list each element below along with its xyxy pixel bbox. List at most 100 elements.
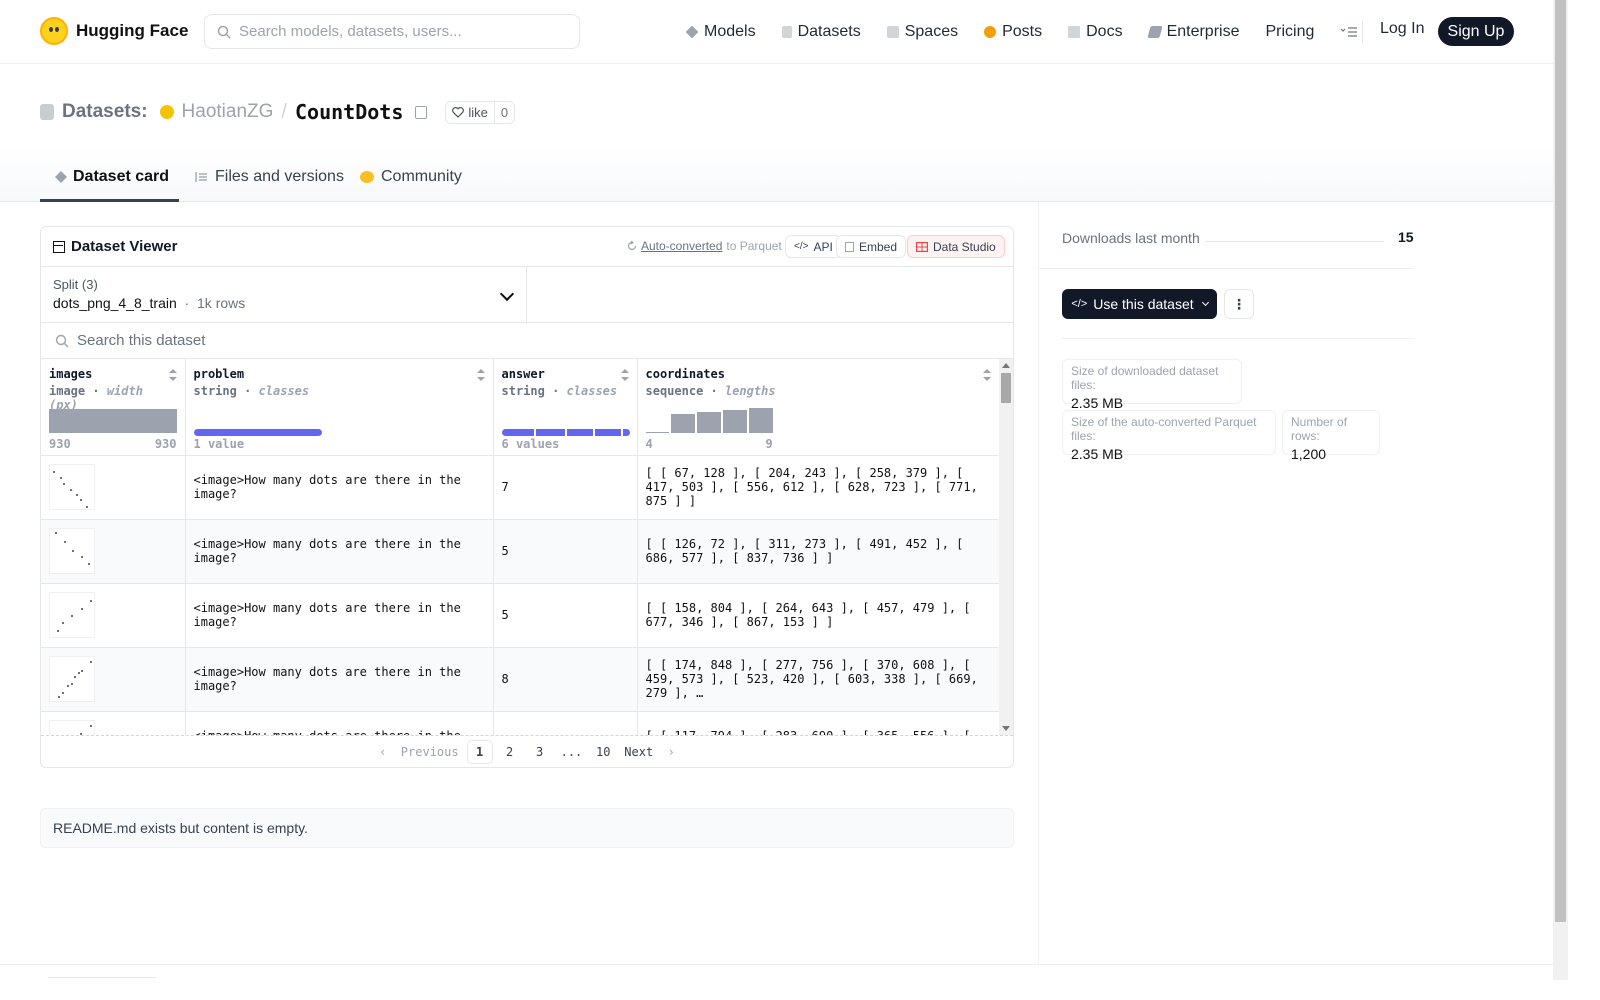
sort-icon[interactable] — [168, 369, 177, 381]
use-this-dataset-label: Use this dataset — [1093, 296, 1194, 312]
sort-icon[interactable] — [620, 369, 629, 381]
tab-dataset-card[interactable]: Dataset card — [54, 168, 169, 186]
page-button-1[interactable]: 1 — [466, 739, 493, 764]
sort-icon[interactable] — [982, 369, 991, 381]
class-bar[interactable] — [594, 429, 622, 436]
nav-enterprise[interactable]: Enterprise — [1146, 20, 1239, 44]
page-button-3[interactable]: 3 — [527, 740, 553, 764]
nav-datasets[interactable]: Datasets — [781, 20, 861, 44]
nav-more-menu[interactable] — [1340, 20, 1358, 44]
class-bar[interactable] — [623, 429, 630, 436]
table-row[interactable]: <image>How many dots are there in the im… — [41, 711, 999, 735]
data-studio-button[interactable]: Data Studio — [907, 235, 1005, 258]
column-type-sub: classes — [566, 384, 618, 398]
column-header-answer[interactable]: answer string · classes 6 values — [493, 359, 638, 456]
login-link[interactable]: Log In — [1380, 20, 1424, 38]
page-button-2[interactable]: 2 — [497, 740, 523, 764]
tab-community[interactable]: Community — [360, 168, 462, 186]
image-cell[interactable] — [41, 711, 186, 735]
page-scrollbar-thumb[interactable] — [1555, 0, 1566, 922]
problem-cell[interactable]: <image>How many dots are there in the im… — [185, 711, 494, 735]
sort-icon[interactable] — [476, 369, 485, 381]
next-page-button[interactable]: Next › — [620, 740, 679, 764]
page-scrollbar[interactable] — [1553, 0, 1568, 980]
repo-owner-link[interactable]: HaotianZG — [182, 101, 274, 123]
more-options-button[interactable]: ⋮ — [1224, 289, 1254, 319]
answer-cell[interactable] — [493, 711, 638, 735]
answer-cell[interactable]: 8 — [493, 647, 638, 712]
table-scrollbar[interactable] — [999, 359, 1013, 735]
class-bar[interactable] — [536, 429, 565, 436]
like-button[interactable]: like 0 — [445, 100, 516, 124]
problem-cell[interactable]: <image>How many dots are there in the im… — [185, 455, 494, 520]
use-this-dataset-button[interactable]: </> Use this dataset — [1062, 289, 1217, 319]
signup-button[interactable]: Sign Up — [1438, 17, 1514, 46]
table-row[interactable]: <image>How many dots are there in the im… — [41, 647, 999, 712]
auto-converted-note: Auto-converted to Parquet — [627, 239, 782, 253]
image-cell[interactable] — [41, 583, 186, 648]
dots-image-thumbnail[interactable] — [49, 720, 95, 735]
coordinates-cell[interactable]: [ [ 126, 72 ], [ 311, 273 ], [ 491, 452 … — [637, 519, 999, 584]
problem-cell[interactable]: <image>How many dots are there in the im… — [185, 647, 494, 712]
column-header-problem[interactable]: problem string · classes 1 value — [185, 359, 494, 456]
column-header-images[interactable]: images image · width (px) 930 930 — [41, 359, 186, 456]
api-button[interactable]: </> API — [785, 235, 842, 258]
image-cell[interactable] — [41, 647, 186, 712]
nav-docs[interactable]: Docs — [1068, 20, 1123, 44]
page-button-10[interactable]: 10 — [590, 740, 616, 764]
answer-cell[interactable]: 5 — [493, 519, 638, 584]
repo-name-link[interactable]: CountDots — [295, 100, 403, 124]
image-cell[interactable] — [41, 519, 186, 584]
width-histogram-bar[interactable] — [49, 409, 177, 433]
histogram-bar[interactable] — [670, 414, 695, 433]
previous-page-button[interactable]: ‹ Previous — [375, 740, 462, 764]
scrollbar-thumb[interactable] — [1001, 373, 1011, 403]
answer-cell[interactable]: 5 — [493, 583, 638, 648]
problem-cell[interactable]: <image>How many dots are there in the im… — [185, 583, 494, 648]
nav-pricing[interactable]: Pricing — [1265, 20, 1314, 44]
copy-icon[interactable] — [415, 105, 428, 119]
coordinates-cell[interactable]: [ [ 67, 128 ], [ 204, 243 ], [ 258, 379 … — [637, 455, 999, 520]
dots-image-thumbnail[interactable] — [49, 592, 95, 638]
histogram-bar[interactable] — [748, 408, 773, 433]
column-type-sub: classes — [258, 384, 310, 398]
split-dropdown[interactable]: Split (3) dots_png_4_8_train · 1k rows — [41, 267, 527, 322]
coordinates-cell[interactable]: [ [ 117, 794 ], [ 283, 690 ], [ 365, 556… — [637, 711, 999, 735]
coordinates-cell[interactable]: [ [ 158, 804 ], [ 264, 643 ], [ 457, 479… — [637, 583, 999, 648]
table-row[interactable]: <image>How many dots are there in the im… — [41, 519, 999, 584]
answer-cell[interactable]: 7 — [493, 455, 638, 520]
nav-posts[interactable]: Posts — [984, 20, 1042, 44]
table-row[interactable]: <image>How many dots are there in the im… — [41, 455, 999, 520]
row-count-label: Number of rows: — [1291, 415, 1348, 443]
column-header-coordinates[interactable]: coordinates sequence · lengths 4 9 — [637, 359, 999, 456]
global-search-input[interactable] — [239, 23, 559, 40]
global-search[interactable] — [204, 14, 580, 49]
class-bar[interactable] — [566, 429, 593, 436]
spreadsheet-icon — [916, 241, 928, 252]
coordinates-cell[interactable]: [ [ 174, 848 ], [ 277, 756 ], [ 370, 608… — [637, 647, 999, 712]
downloads-label: Downloads last month — [1062, 230, 1200, 246]
histogram-bar[interactable] — [696, 412, 721, 433]
dots-image-thumbnail[interactable] — [49, 528, 95, 574]
embed-button[interactable]: Embed — [836, 235, 907, 258]
problem-cell[interactable]: <image>How many dots are there in the im… — [185, 519, 494, 584]
image-cell[interactable] — [41, 455, 186, 520]
dots-image-thumbnail[interactable] — [49, 464, 95, 510]
menu-list-icon — [1340, 27, 1358, 37]
sidebar-divider — [1038, 202, 1039, 964]
histogram-bar[interactable] — [645, 432, 669, 433]
nav-spaces[interactable]: Spaces — [886, 20, 958, 44]
dataset-search[interactable] — [41, 323, 1013, 359]
scroll-down-arrow-icon[interactable] — [1002, 726, 1010, 731]
auto-converted-link[interactable]: Auto-converted — [641, 239, 722, 253]
class-bar[interactable] — [193, 429, 322, 436]
dataset-search-input[interactable] — [77, 332, 477, 349]
histogram-bar[interactable] — [722, 410, 747, 433]
nav-models[interactable]: Models — [685, 20, 756, 44]
tab-files-and-versions[interactable]: Files and versions — [194, 168, 344, 186]
dots-image-thumbnail[interactable] — [49, 656, 95, 702]
logo-link[interactable]: Hugging Face — [40, 17, 188, 45]
class-bar[interactable] — [501, 429, 535, 436]
scroll-up-arrow-icon[interactable] — [1002, 363, 1010, 368]
table-row[interactable]: <image>How many dots are there in the im… — [41, 583, 999, 648]
